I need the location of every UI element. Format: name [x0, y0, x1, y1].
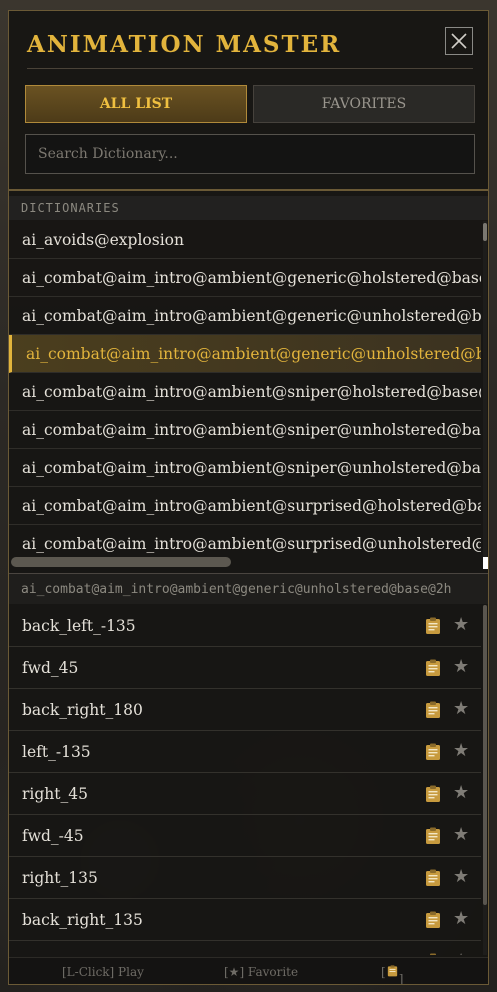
- dictionary-item[interactable]: ai_combat@aim_intro@ambient@surprised@ho…: [9, 487, 481, 525]
- animation-row[interactable]: right_135 ★: [9, 857, 481, 899]
- footer-hints: [L-Click] Play [★] Favorite [] Copy: [9, 957, 488, 984]
- scrollbar-corner: [483, 557, 488, 569]
- dictionary-scroll-thumb[interactable]: [483, 223, 487, 241]
- close-button[interactable]: [445, 27, 473, 55]
- clipboard-icon[interactable]: [425, 869, 441, 887]
- clipboard-icon[interactable]: [425, 743, 441, 761]
- dictionaries-section-label: DICTIONARIES: [9, 196, 488, 220]
- star-icon[interactable]: ★: [453, 742, 471, 760]
- animation-row[interactable]: fwd_-45 ★: [9, 815, 481, 857]
- animation-row[interactable]: right_45 ★: [9, 773, 481, 815]
- animation-name: right_135: [22, 869, 98, 887]
- animation-scroll-thumb[interactable]: [483, 605, 487, 905]
- panel-title: ANIMATION MASTER: [27, 31, 342, 58]
- clipboard-icon[interactable]: [425, 785, 441, 803]
- animation-name: left_-135: [22, 743, 91, 761]
- animation-name: fwd_-45: [22, 827, 84, 845]
- header-divider: [9, 189, 488, 191]
- dictionary-item[interactable]: ai_combat@aim_intro@ambient@generic@hols…: [9, 259, 481, 297]
- animation-row[interactable]: fwd_45 ★: [9, 647, 481, 689]
- animation-name: fwd_45: [22, 659, 79, 677]
- dictionary-item-selected[interactable]: ai_combat@aim_intro@ambient@generic@unho…: [9, 335, 481, 373]
- dictionary-item[interactable]: ai_combat@aim_intro@ambient@sniper@holst…: [9, 373, 481, 411]
- title-divider: [27, 68, 473, 69]
- animation-name: right_45: [22, 785, 88, 803]
- animation-row[interactable]: left_45 ★: [9, 941, 481, 955]
- clipboard-icon: [387, 965, 397, 977]
- clipboard-icon[interactable]: [425, 827, 441, 845]
- dictionary-item[interactable]: ai_combat@aim_intro@ambient@surprised@un…: [9, 525, 481, 561]
- search-input[interactable]: [25, 134, 475, 174]
- favorite-hint: [★] Favorite: [224, 965, 299, 979]
- star-icon[interactable]: ★: [453, 826, 471, 844]
- current-dictionary-label: ai_combat@aim_intro@ambient@generic@unho…: [9, 574, 488, 604]
- animation-vertical-scrollbar[interactable]: [483, 605, 487, 955]
- animation-row[interactable]: back_right_180 ★: [9, 689, 481, 731]
- dictionary-horizontal-scrollbar[interactable]: [9, 557, 488, 569]
- dictionary-vertical-scrollbar[interactable]: [483, 221, 487, 561]
- tab-all-list[interactable]: ALL LIST: [25, 85, 247, 123]
- copy-hint: [] Copy: [381, 965, 403, 984]
- animation-list[interactable]: back_left_-135 ★ fwd_45 ★ back_right_180…: [9, 605, 481, 955]
- star-icon[interactable]: ★: [453, 784, 471, 802]
- animation-name: back_left_-135: [22, 617, 136, 635]
- animation-row[interactable]: back_left_-135 ★: [9, 605, 481, 647]
- dictionary-item[interactable]: ai_combat@aim_intro@ambient@sniper@unhol…: [9, 411, 481, 449]
- star-icon[interactable]: ★: [453, 868, 471, 886]
- close-icon: [451, 33, 467, 49]
- animation-name: back_right_180: [22, 701, 143, 719]
- tab-favorites[interactable]: FAVORITES: [253, 85, 475, 123]
- clipboard-icon[interactable]: [425, 617, 441, 635]
- star-icon[interactable]: ★: [453, 700, 471, 718]
- star-icon[interactable]: ★: [453, 910, 471, 928]
- dictionary-item[interactable]: ai_combat@aim_intro@ambient@generic@unho…: [9, 297, 481, 335]
- clipboard-icon[interactable]: [425, 701, 441, 719]
- clipboard-icon[interactable]: [425, 659, 441, 677]
- horizontal-scroll-thumb[interactable]: [11, 557, 231, 567]
- dictionary-list[interactable]: ai_avoids@explosion ai_combat@aim_intro@…: [9, 221, 481, 561]
- star-icon[interactable]: ★: [453, 616, 471, 634]
- animation-name: left_45: [22, 941, 76, 955]
- panel-header: ANIMATION MASTER ALL LIST FAVORITES: [9, 11, 488, 191]
- animation-row[interactable]: left_-135 ★: [9, 731, 481, 773]
- animation-master-panel: ANIMATION MASTER ALL LIST FAVORITES DICT…: [8, 10, 489, 985]
- dictionary-item[interactable]: ai_combat@aim_intro@ambient@sniper@unhol…: [9, 449, 481, 487]
- copy-hint-text: ] Copy: [398, 972, 404, 985]
- clipboard-icon[interactable]: [425, 911, 441, 929]
- dictionary-item[interactable]: ai_avoids@explosion: [9, 221, 481, 259]
- star-icon[interactable]: ★: [453, 952, 471, 956]
- animation-name: back_right_135: [22, 911, 143, 929]
- animation-row[interactable]: back_right_135 ★: [9, 899, 481, 941]
- star-icon[interactable]: ★: [453, 658, 471, 676]
- play-hint: [L-Click] Play: [62, 965, 144, 979]
- clipboard-icon[interactable]: [425, 953, 441, 955]
